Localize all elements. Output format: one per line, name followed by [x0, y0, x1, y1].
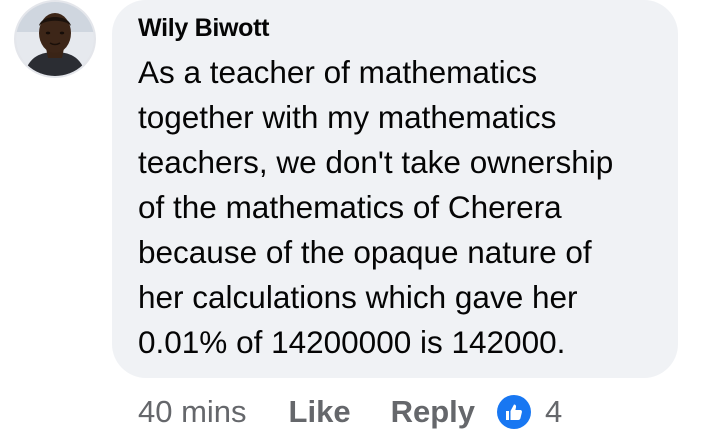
thumbs-up-icon: [497, 395, 531, 429]
avatar[interactable]: [14, 0, 96, 78]
comment-timestamp[interactable]: 40 mins: [138, 394, 247, 430]
reply-button[interactable]: Reply: [391, 394, 475, 430]
like-button[interactable]: Like: [289, 394, 351, 430]
comment-text-line: together with my mathematics: [138, 99, 557, 135]
comment-text-line: because of the opaque nature of: [138, 234, 592, 270]
comment-actions: 40 mins Like Reply 4: [138, 392, 562, 431]
reaction-count: 4: [545, 394, 563, 429]
comment-text-line: As a teacher of mathematics: [138, 54, 538, 90]
profile-photo: [16, 2, 94, 76]
comment-text-line: teachers, we don't take ownership: [138, 144, 614, 180]
comment-text-line: her calculations which gave her: [138, 279, 578, 315]
comment: Wily Biwott As a teacher of mathematics …: [0, 0, 719, 431]
comment-author[interactable]: Wily Biwott: [138, 14, 269, 43]
comment-text-line: of the mathematics of Cherera: [138, 189, 562, 225]
comment-text-line: 0.01% of 14200000 is 142000.: [138, 324, 566, 360]
comment-text: As a teacher of mathematics together wit…: [138, 50, 668, 365]
reaction-summary[interactable]: 4: [497, 394, 562, 430]
